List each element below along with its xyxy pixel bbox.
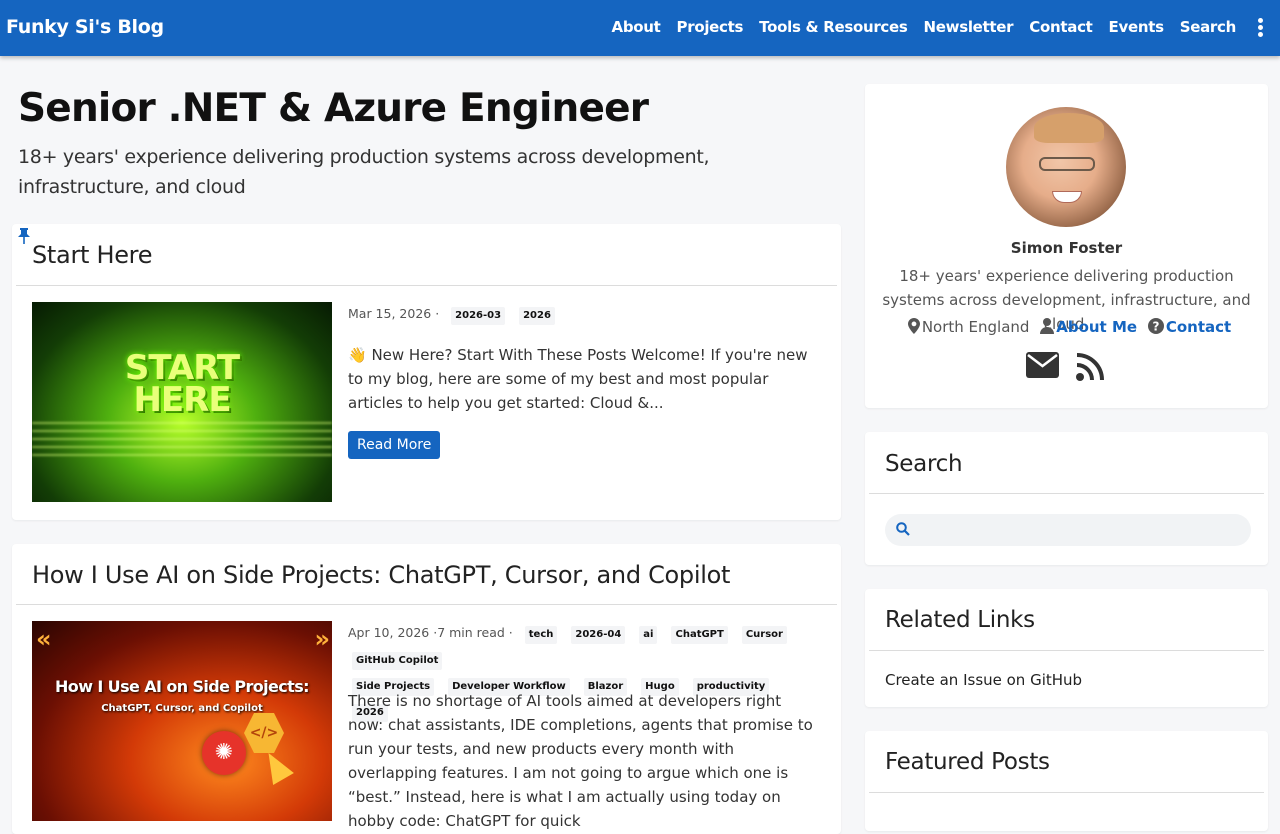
social-icons [1026, 352, 1105, 382]
tag[interactable]: 2026-04 [571, 626, 626, 644]
thumbnail-title: How I Use AI on Side Projects: [55, 677, 310, 696]
tag[interactable]: ChatGPT [671, 626, 728, 644]
profile-name: Simon Foster [1010, 239, 1123, 257]
thumbnail-text: START HERE [124, 348, 240, 420]
about-me-link[interactable]: About Me [1056, 318, 1137, 336]
nav-links: About Projects Tools & Resources Newslet… [612, 18, 1237, 36]
post-title[interactable]: Start Here [32, 241, 152, 269]
read-more-button[interactable]: Read More [348, 431, 441, 459]
decorative-lines [32, 422, 332, 462]
post-title[interactable]: How I Use AI on Side Projects: ChatGPT, … [32, 561, 730, 589]
tag[interactable]: Cursor [741, 626, 787, 644]
email-icon[interactable] [1026, 352, 1059, 378]
featured-posts-widget: Featured Posts [865, 731, 1268, 831]
chevron-decoration-icon: » [314, 625, 329, 653]
map-marker-icon [907, 318, 920, 334]
tag[interactable]: GitHub Copilot [352, 652, 443, 670]
related-links-title: Related Links [885, 607, 1035, 633]
nav-about[interactable]: About [612, 18, 661, 36]
divider [869, 493, 1264, 494]
page-title: Senior .NET & Azure Engineer [18, 86, 649, 131]
svg-text:?: ? [1152, 320, 1159, 334]
tag[interactable]: 2026 [519, 307, 555, 325]
divider [869, 650, 1264, 651]
search-widget: Search [865, 432, 1268, 565]
pin-icon [18, 228, 30, 244]
nav-projects[interactable]: Projects [677, 18, 744, 36]
post-meta: Mar 15, 2026 · 2026-03 2026 [348, 301, 828, 327]
contact-link[interactable]: Contact [1166, 318, 1231, 336]
featured-posts-title: Featured Posts [885, 749, 1050, 775]
brand-link[interactable]: Funky Si's Blog [6, 16, 164, 38]
divider [16, 285, 837, 286]
thumbnail-subtitle: ChatGPT, Cursor, and Copilot [101, 703, 263, 714]
tag[interactable]: tech [524, 626, 558, 644]
nav-events[interactable]: Events [1109, 18, 1164, 36]
related-links-widget: Related Links Create an Issue on GitHub [865, 589, 1268, 707]
nav-contact[interactable]: Contact [1029, 18, 1093, 36]
avatar [1006, 107, 1126, 227]
post-date: Apr 10, 2026 ·7 min read · [348, 625, 513, 640]
profile-location: North England [921, 318, 1030, 336]
tag[interactable]: ai [639, 626, 658, 644]
chevron-decoration-icon: « [36, 625, 51, 653]
tag[interactable]: 2026-03 [451, 307, 506, 325]
chatgpt-logo-icon: ✺ [202, 731, 246, 775]
post-excerpt: There is no shortage of AI tools aimed a… [348, 692, 813, 830]
rss-feed-icon[interactable] [1075, 352, 1105, 382]
sidebar-search-input[interactable] [885, 514, 1251, 546]
post-excerpt: 👋 New Here? Start With These Posts Welco… [348, 346, 808, 412]
nav-search[interactable]: Search [1180, 18, 1237, 36]
post-date: Mar 15, 2026 · [348, 306, 440, 321]
search-icon [896, 522, 910, 536]
page-subtitle: 18+ years' experience delivering product… [18, 146, 710, 198]
profile-card: Simon Foster 18+ years' experience deliv… [865, 84, 1268, 408]
more-menu-icon[interactable] [1256, 18, 1264, 38]
create-issue-link[interactable]: Create an Issue on GitHub [885, 671, 1082, 689]
post-thumbnail[interactable]: « » How I Use AI on Side Projects: ChatG… [32, 621, 332, 821]
post-card-ai-side-projects: How I Use AI on Side Projects: ChatGPT, … [12, 544, 841, 834]
search-widget-title: Search [885, 451, 963, 477]
nav-tools-resources[interactable]: Tools & Resources [759, 18, 908, 36]
post-card-start-here: Start Here START HERE Mar 15, 2026 · 2026… [12, 224, 841, 520]
divider [869, 792, 1264, 793]
post-thumbnail[interactable]: START HERE [32, 302, 332, 502]
nav-newsletter[interactable]: Newsletter [924, 18, 1014, 36]
question-circle-icon: ? [1147, 318, 1164, 334]
top-navbar: Funky Si's Blog About Projects Tools & R… [0, 0, 1280, 56]
profile-links: North England About Me ? Contact [865, 318, 1268, 336]
user-icon [1040, 318, 1055, 334]
divider [16, 604, 837, 605]
